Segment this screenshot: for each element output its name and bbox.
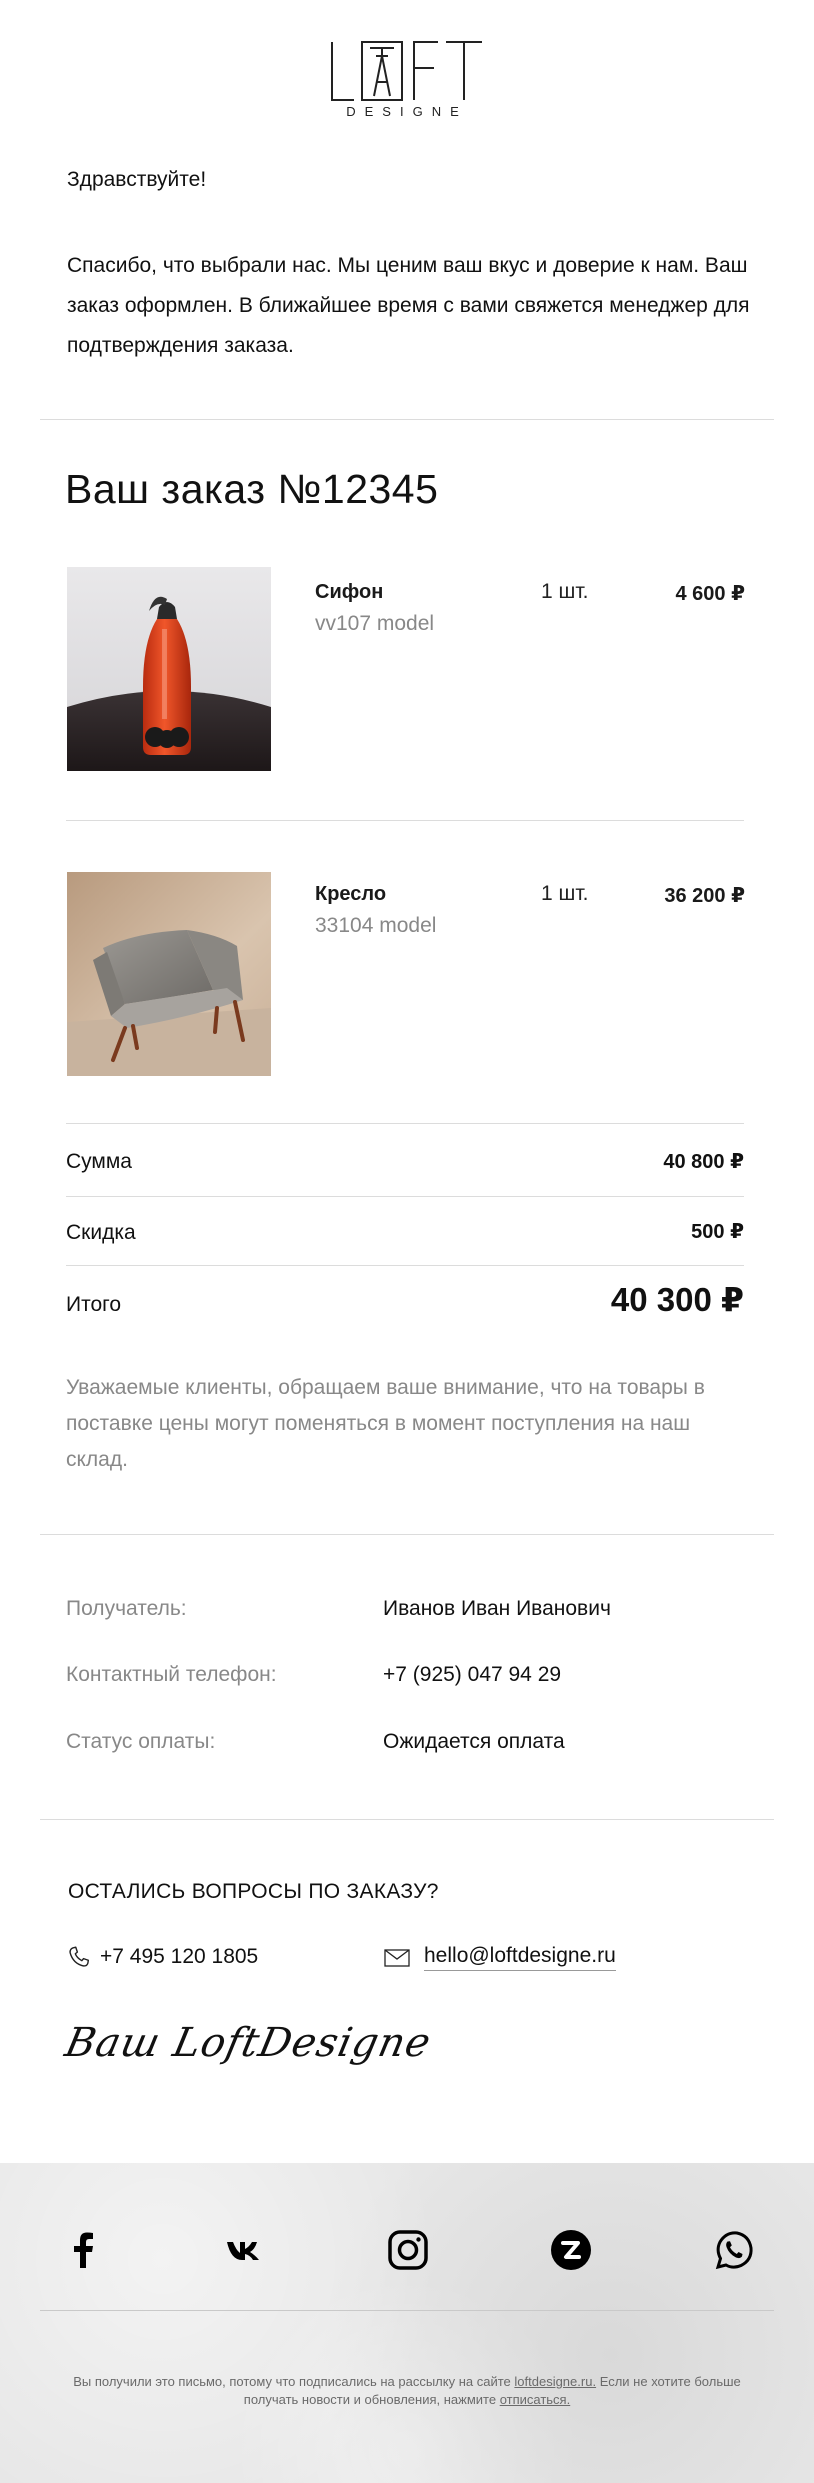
item-name: Сифон xyxy=(315,581,384,603)
divider xyxy=(66,1196,744,1197)
item-quantity: 1 шт. xyxy=(541,580,589,603)
greeting-text: Здравствуйте! xyxy=(67,168,207,191)
vk-icon[interactable] xyxy=(224,2228,268,2272)
sum-label: Сумма xyxy=(66,1150,132,1173)
support-phone-text: +7 495 120 1805 xyxy=(100,1945,259,1968)
signature: Ваш LoftDesigne xyxy=(61,2020,436,2066)
discount-value: 500 ₽ xyxy=(691,1221,744,1243)
divider xyxy=(66,820,744,821)
discount-label: Скидка xyxy=(66,1221,136,1244)
price-notice: Уважаемые клиенты, обращаем ваше внимани… xyxy=(66,1376,705,1471)
divider xyxy=(66,1123,744,1124)
whatsapp-icon[interactable] xyxy=(712,2228,756,2272)
instagram-icon[interactable] xyxy=(386,2228,430,2272)
item-model: 33104 model xyxy=(315,914,437,937)
payment-status-value: Ожидается оплата xyxy=(383,1730,565,1753)
envelope-icon xyxy=(384,1948,410,1967)
item-name: Кресло xyxy=(315,883,387,905)
sum-value: 40 800 ₽ xyxy=(663,1151,744,1173)
divider xyxy=(40,419,774,420)
recipient-value: Иванов Иван Иванович xyxy=(383,1597,611,1620)
phone-value: +7 (925) 047 94 29 xyxy=(383,1663,562,1686)
footer xyxy=(0,2163,814,2483)
support-email[interactable]: hello@loftdesigne.ru xyxy=(384,1944,616,1971)
phone-icon xyxy=(69,1946,90,1967)
intro-text: Спасибо, что выбрали нас. Мы ценим ваш в… xyxy=(67,254,750,357)
facebook-icon[interactable] xyxy=(62,2228,106,2272)
footer-text-1: Вы получили это письмо, потому что подпи… xyxy=(73,2374,511,2389)
footer-divider xyxy=(40,2310,774,2311)
unsubscribe-link[interactable]: отписаться. xyxy=(500,2392,571,2407)
site-link[interactable]: loftdesigne.ru. xyxy=(514,2374,596,2389)
item-price: 4 600 ₽ xyxy=(675,583,745,605)
divider xyxy=(66,1265,744,1266)
support-email-link[interactable]: hello@loftdesigne.ru xyxy=(424,1944,616,1971)
armchair-photo[interactable] xyxy=(67,872,271,1076)
siphon-photo[interactable] xyxy=(67,567,271,771)
divider xyxy=(40,1819,774,1820)
zen-icon[interactable] xyxy=(549,2228,593,2272)
item-model: vv107 model xyxy=(315,612,435,635)
total-value: 40 300 ₽ xyxy=(610,1281,744,1318)
payment-status-label: Статус оплаты: xyxy=(66,1730,216,1753)
total-label: Итого xyxy=(66,1293,122,1316)
support-phone[interactable]: +7 495 120 1805 xyxy=(66,1944,258,1970)
order-title: Ваш заказ №12345 xyxy=(65,466,439,512)
recipient-label: Получатель: xyxy=(66,1597,187,1620)
footer-disclaimer: Вы получили это письмо, потому что подпи… xyxy=(60,2373,754,2409)
item-price: 36 200 ₽ xyxy=(664,885,745,907)
questions-title: ОСТАЛИСЬ ВОПРОСЫ ПО ЗАКАЗУ? xyxy=(68,1880,439,1903)
divider xyxy=(40,1534,774,1535)
phone-label: Контактный телефон: xyxy=(66,1663,277,1686)
item-quantity: 1 шт. xyxy=(541,882,589,905)
logo-subtitle: DESIGNE xyxy=(346,104,468,119)
